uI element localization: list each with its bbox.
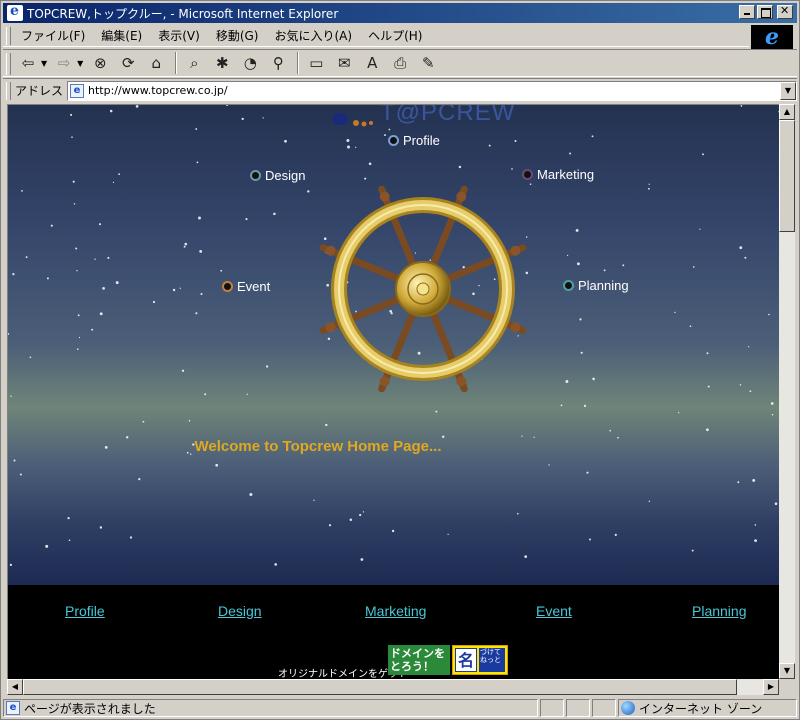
- footer-link-planning[interactable]: Planning: [692, 603, 747, 619]
- menu-file[interactable]: ファイル(F): [13, 27, 93, 44]
- menu-help[interactable]: ヘルプ(H): [360, 27, 430, 44]
- status-bar: e ページが表示されました インターネット ゾーン: [3, 698, 797, 718]
- address-label: アドレス: [15, 84, 64, 98]
- nav-design[interactable]: Design: [250, 168, 305, 183]
- banner-name-small: づけて ねっと: [479, 648, 505, 672]
- status-pane: [566, 699, 590, 717]
- banner-name-char: 名: [455, 648, 477, 672]
- vertical-scrollbar[interactable]: ▲ ▼: [779, 104, 795, 679]
- minimize-button[interactable]: [739, 5, 755, 19]
- footer-link-marketing[interactable]: Marketing: [365, 603, 426, 619]
- nav-event-label: Event: [237, 279, 271, 294]
- nav-design-label: Design: [265, 168, 306, 183]
- close-button[interactable]: [777, 4, 793, 19]
- maximize-button[interactable]: [757, 5, 773, 19]
- site-logo: T@PCREW: [380, 104, 516, 126]
- page-icon: e: [70, 83, 85, 98]
- zone-text: インターネット ゾーン: [639, 701, 763, 716]
- nav-dot-icon: [563, 280, 574, 291]
- back-dropdown-icon[interactable]: ▼: [41, 59, 47, 68]
- menu-bar: ファイル(F) 編集(E) 表示(V) 移動(G) お気に入り(A) ヘルプ(H…: [3, 25, 749, 47]
- footer-link-design[interactable]: Design: [218, 603, 262, 619]
- mail-icon[interactable]: ✉: [331, 51, 357, 75]
- status-pane: [540, 699, 564, 717]
- nav-event[interactable]: Event: [222, 279, 270, 294]
- welcome-message: Welcome to Topcrew Home Page...: [194, 438, 442, 455]
- forward-dropdown-icon[interactable]: ▼: [77, 59, 83, 68]
- menu-go[interactable]: 移動(G): [208, 27, 267, 44]
- window-title: TOPCREW,トップクルー, - Microsoft Internet Exp…: [27, 6, 339, 21]
- zone-pane: インターネット ゾーン: [618, 699, 797, 717]
- nav-marketing-label: Marketing: [537, 167, 595, 182]
- scroll-down-icon[interactable]: ▼: [779, 663, 795, 679]
- channels-icon[interactable]: ⚲: [265, 51, 291, 75]
- status-text: ページが表示されました: [24, 701, 156, 716]
- footer-link-profile[interactable]: Profile: [65, 603, 105, 619]
- horizontal-scroll-thumb[interactable]: [23, 679, 737, 695]
- ship-wheel-icon: [319, 185, 527, 393]
- home-icon[interactable]: ⌂: [143, 51, 169, 75]
- address-bar: アドレス e ▼: [3, 78, 797, 102]
- nav-dot-icon: [388, 135, 399, 146]
- browser-window: TOPCREW,トップクルー, - Microsoft Internet Exp…: [0, 0, 800, 720]
- address-input[interactable]: [88, 84, 769, 97]
- forward-icon[interactable]: ⇨: [51, 51, 77, 75]
- menu-edit[interactable]: 編集(E): [93, 27, 150, 44]
- toolbar: ⇦ ▼ ⇨ ▼ ⊗ ⟳ ⌂ ⌕ ✱ ◔ ⚲ ▭ ✉ A ⎙ ✎: [3, 49, 797, 77]
- nav-planning-label: Planning: [578, 278, 629, 293]
- ie-logo-icon: e: [751, 24, 793, 50]
- globe-icon: [621, 701, 635, 715]
- toolbar-separator: [297, 52, 300, 74]
- back-icon[interactable]: ⇦: [15, 51, 41, 75]
- stop-icon[interactable]: ⊗: [87, 51, 113, 75]
- window-controls: [739, 4, 793, 19]
- toolbar-separator: [175, 52, 178, 74]
- nav-dot-icon: [222, 281, 233, 292]
- horizontal-scrollbar[interactable]: ◀ ▶: [7, 679, 779, 695]
- footer-link-event[interactable]: Event: [536, 603, 572, 619]
- scroll-up-icon[interactable]: ▲: [779, 104, 795, 120]
- domain-banner[interactable]: ドメインを とろう！: [388, 645, 450, 675]
- page-content: T@PCREW Profile Design Marketing Event P…: [7, 104, 779, 679]
- nazukete-banner[interactable]: 名 づけて ねっと: [452, 645, 508, 675]
- nav-profile-label: Profile: [403, 133, 440, 148]
- refresh-icon[interactable]: ⟳: [115, 51, 141, 75]
- print-icon[interactable]: ⎙: [387, 51, 413, 75]
- address-dropdown-icon[interactable]: ▼: [780, 81, 796, 100]
- vertical-scroll-thumb[interactable]: [779, 120, 795, 232]
- nav-dot-icon: [250, 170, 261, 181]
- status-text-pane: e ページが表示されました: [3, 699, 538, 717]
- font-icon[interactable]: A: [359, 51, 385, 75]
- favorites-icon[interactable]: ✱: [209, 51, 235, 75]
- nav-planning[interactable]: Planning: [563, 278, 629, 293]
- footer: Profile Design Marketing Event Planning …: [8, 585, 779, 679]
- edit-icon[interactable]: ✎: [415, 51, 441, 75]
- fullscreen-icon[interactable]: ▭: [303, 51, 329, 75]
- status-pane: [592, 699, 616, 717]
- ie-page-icon: [7, 3, 23, 21]
- address-field[interactable]: e ▼: [67, 80, 797, 101]
- scroll-right-icon[interactable]: ▶: [763, 679, 779, 695]
- history-icon[interactable]: ◔: [237, 51, 263, 75]
- page-icon: e: [6, 701, 20, 715]
- menu-favorites[interactable]: お気に入り(A): [266, 27, 360, 44]
- title-bar: TOPCREW,トップクルー, - Microsoft Internet Exp…: [3, 3, 797, 23]
- nav-profile[interactable]: Profile: [388, 133, 440, 148]
- menu-view[interactable]: 表示(V): [150, 27, 208, 44]
- search-icon[interactable]: ⌕: [181, 51, 207, 75]
- scroll-left-icon[interactable]: ◀: [7, 679, 23, 695]
